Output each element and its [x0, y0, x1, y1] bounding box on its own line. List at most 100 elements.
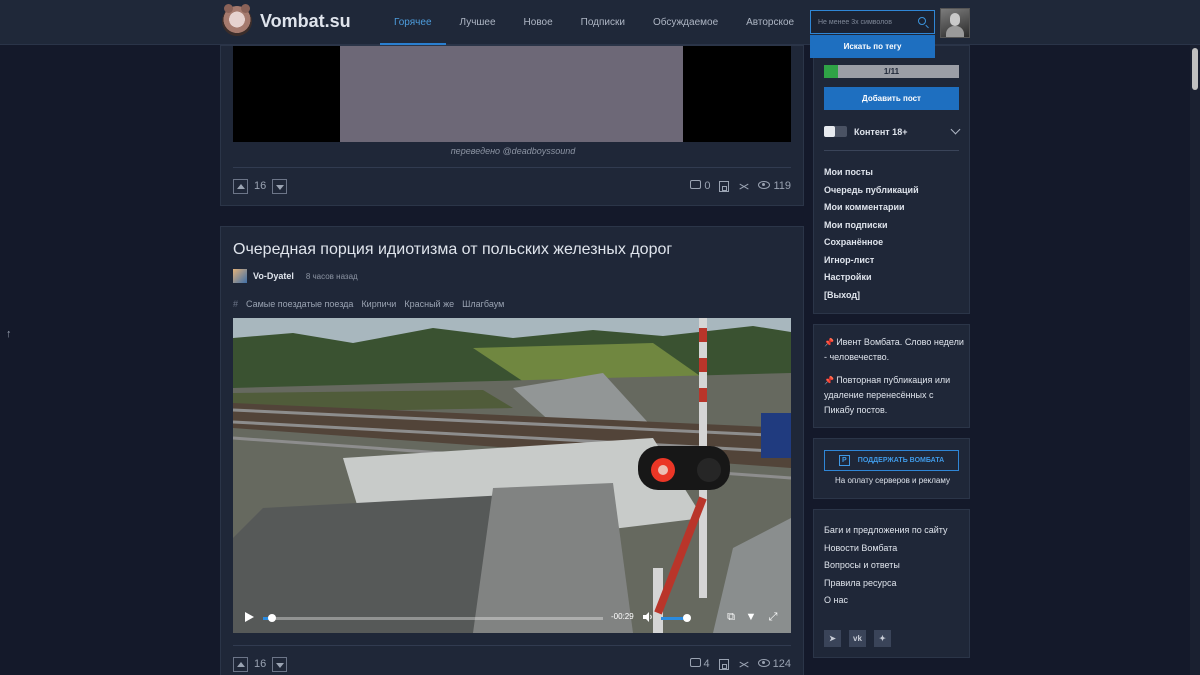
volume-icon[interactable]	[643, 612, 653, 622]
nav-subscriptions[interactable]: Подписки	[567, 0, 639, 45]
toggle-switch[interactable]	[824, 126, 847, 137]
link-about[interactable]: О нас	[824, 592, 964, 610]
content-18-toggle[interactable]: Контент 18+	[824, 124, 961, 137]
post-actions: 16 4 124	[233, 656, 791, 672]
post-author: Vo-Dyatel 8 часов назад	[233, 269, 358, 283]
announcements-panel: 📌 Ивент Вомбата. Слово недели - человече…	[813, 324, 970, 428]
main-nav: Горячее Лучшее Новое Подписки Обсуждаемо…	[380, 0, 851, 45]
search-icon[interactable]	[918, 17, 926, 25]
link-bugs[interactable]: Баги и предложения по сайту	[824, 522, 964, 540]
post-time: 8 часов назад	[305, 271, 358, 281]
user-panel: 1/11 Добавить пост Контент 18+ Мои посты…	[813, 45, 970, 314]
post-title[interactable]: Очередная порция идиотизма от польских ж…	[233, 241, 672, 259]
menu-settings[interactable]: Настройки	[824, 269, 919, 287]
railway-crossing-frame	[233, 318, 791, 633]
support-wombat-button[interactable]: P ПОДДЕРЖАТЬ ВОМБАТА	[824, 450, 959, 471]
nav-best[interactable]: Лучшее	[446, 0, 510, 45]
downvote-button[interactable]	[272, 178, 288, 194]
announcement[interactable]: 📌 Повторная публикация или удаление пере…	[824, 373, 964, 418]
fullscreen-icon[interactable]: ⤢	[767, 611, 779, 623]
menu-my-subscriptions[interactable]: Мои подписки	[824, 217, 919, 235]
upvote-button[interactable]	[233, 178, 248, 194]
save-icon[interactable]	[719, 180, 730, 192]
save-icon[interactable]	[718, 658, 729, 670]
social-links: ➤ vk ✦	[824, 630, 891, 647]
star-icon[interactable]: ✦	[874, 630, 891, 647]
tag[interactable]: Красный же	[404, 299, 454, 309]
video-time: -00:29	[611, 612, 634, 621]
top-header: Vombat.su Горячее Лучшее Новое Подписки …	[0, 0, 1200, 45]
video-progress-bar[interactable]	[263, 614, 603, 622]
downvote-button[interactable]	[272, 656, 288, 672]
nav-authored[interactable]: Авторское	[732, 0, 808, 45]
download-icon[interactable]: ▼	[745, 611, 757, 623]
video-controls: -00:29 ⧉ ▼ ⤢	[233, 603, 791, 633]
search-input[interactable]	[811, 11, 911, 34]
level-progress: 1/11	[824, 65, 959, 78]
telegram-icon[interactable]: ➤	[824, 630, 841, 647]
pin-icon: 📌	[824, 338, 837, 347]
announcement[interactable]: 📌 Ивент Вомбата. Слово недели - человече…	[824, 335, 964, 365]
comment-icon	[689, 658, 701, 667]
upvote-button[interactable]	[233, 656, 248, 672]
share-icon[interactable]	[738, 659, 749, 670]
volume-slider[interactable]	[661, 614, 691, 622]
tag[interactable]: Шлагбаум	[462, 299, 504, 309]
eye-icon	[758, 181, 771, 189]
user-avatar[interactable]	[940, 8, 970, 38]
content-18-label: Контент 18+	[854, 126, 908, 137]
tag[interactable]: Самые поездатые поезда	[246, 299, 353, 309]
comment-icon	[690, 180, 702, 189]
user-menu: Мои посты Очередь публикаций Мои коммент…	[824, 164, 919, 304]
menu-my-posts[interactable]: Мои посты	[824, 164, 919, 182]
share-icon[interactable]	[738, 181, 749, 192]
info-links: Баги и предложения по сайту Новости Вомб…	[824, 522, 964, 610]
link-news[interactable]: Новости Вомбата	[824, 540, 964, 558]
menu-my-comments[interactable]: Мои комментарии	[824, 199, 919, 217]
search-box	[810, 10, 935, 34]
menu-saved[interactable]: Сохранённое	[824, 234, 919, 252]
search-by-tag-button[interactable]: Искать по тегу	[810, 35, 935, 58]
eye-icon	[757, 659, 770, 667]
post-rating: 16	[254, 180, 267, 192]
wombat-logo-icon	[222, 4, 252, 36]
back-to-top-icon[interactable]: ↑	[6, 328, 12, 340]
post-card: переведено @deadboyssound 16 0 119	[220, 45, 804, 206]
popout-icon[interactable]: ⧉	[725, 611, 737, 623]
nav-hot[interactable]: Горячее	[380, 0, 446, 45]
logo-text: Vombat.su	[260, 10, 351, 31]
video-player[interactable]	[233, 46, 791, 142]
vk-icon[interactable]: vk	[849, 630, 866, 647]
post-tags: # Самые поездатые поезда Кирпичи Красный…	[233, 299, 504, 309]
comments-button[interactable]: 4	[689, 658, 710, 670]
post-actions: 16 0 119	[233, 178, 791, 194]
menu-publish-queue[interactable]: Очередь публикаций	[824, 182, 919, 200]
level-label: 1/11	[883, 67, 900, 76]
support-panel: P ПОДДЕРЖАТЬ ВОМБАТА На оплату серверов …	[813, 438, 970, 499]
scrollbar[interactable]	[1190, 0, 1200, 675]
menu-ignore-list[interactable]: Игнор-лист	[824, 252, 919, 270]
pin-icon: 📌	[824, 376, 837, 385]
comments-button[interactable]: 0	[690, 180, 710, 192]
post-caption: переведено @deadboyssound	[450, 146, 576, 156]
views-count: 124	[757, 658, 791, 670]
link-rules[interactable]: Правила ресурса	[824, 575, 964, 593]
views-count: 119	[758, 180, 791, 192]
scrollbar-thumb[interactable]	[1192, 48, 1198, 90]
link-faq[interactable]: Вопросы и ответы	[824, 557, 964, 575]
tag[interactable]: Кирпичи	[361, 299, 396, 309]
add-post-button[interactable]: Добавить пост	[824, 87, 959, 110]
chevron-down-icon[interactable]	[950, 124, 961, 135]
nav-discussed[interactable]: Обсуждаемое	[639, 0, 732, 45]
post-card: Очередная порция идиотизма от польских ж…	[220, 226, 804, 675]
hash-icon: #	[233, 299, 239, 309]
nav-new[interactable]: Новое	[510, 0, 567, 45]
post-rating: 16	[254, 658, 267, 670]
menu-logout[interactable]: [Выход]	[824, 287, 919, 305]
video-player[interactable]: -00:29 ⧉ ▼ ⤢	[233, 318, 791, 633]
author-name[interactable]: Vo-Dyatel	[253, 271, 294, 281]
play-icon[interactable]	[245, 612, 254, 622]
info-links-panel: Баги и предложения по сайту Новости Вомб…	[813, 509, 970, 658]
site-logo[interactable]: Vombat.su	[222, 4, 351, 36]
author-avatar[interactable]	[233, 269, 247, 283]
